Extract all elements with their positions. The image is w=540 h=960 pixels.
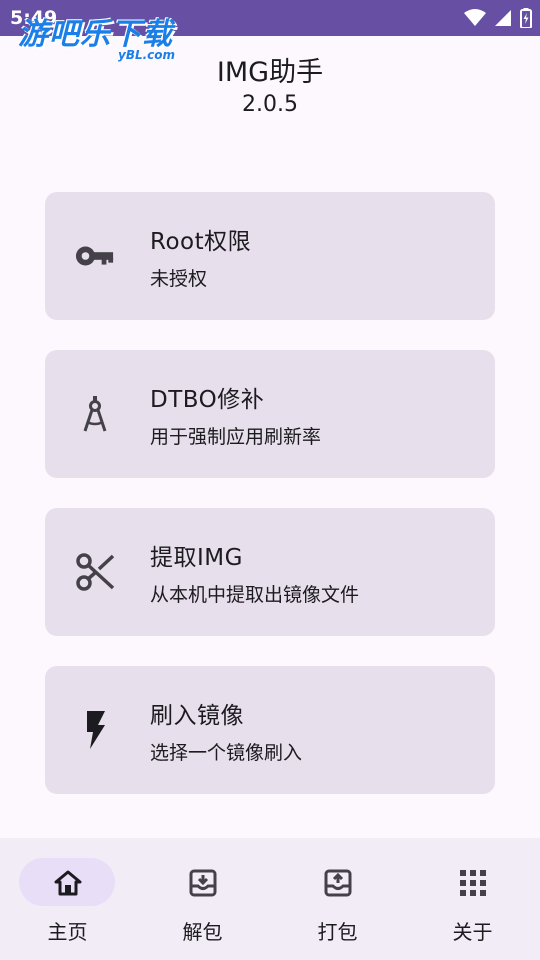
apps-grid-icon <box>458 868 488 898</box>
flash-image-card[interactable]: 刷入镜像 选择一个镜像刷入 <box>45 666 495 794</box>
card-subtitle: 选择一个镜像刷入 <box>150 742 303 764</box>
card-title: DTBO修补 <box>150 387 265 413</box>
wifi-icon <box>464 9 486 27</box>
nav-item-home[interactable]: 主页 <box>0 838 135 960</box>
card-subtitle: 用于强制应用刷新率 <box>150 426 322 448</box>
key-icon <box>75 236 115 276</box>
scissors-icon <box>75 552 115 592</box>
battery-icon <box>520 8 532 28</box>
unpack-icon <box>188 868 218 898</box>
nav-item-about[interactable]: 关于 <box>405 838 540 960</box>
signal-icon <box>494 9 512 27</box>
card-title: Root权限 <box>150 229 252 255</box>
nav-item-unpack[interactable]: 解包 <box>135 838 270 960</box>
pack-icon <box>323 868 353 898</box>
nav-item-pack[interactable]: 打包 <box>270 838 405 960</box>
bottom-navigation: 主页 解包 打包 关于 <box>0 838 540 960</box>
nav-label: 打包 <box>317 920 358 944</box>
nav-label: 关于 <box>452 920 493 944</box>
watermark-logo: 游吧乐下载 yBL.com <box>18 17 175 63</box>
card-subtitle: 从本机中提取出镜像文件 <box>150 584 360 606</box>
home-icon <box>53 868 83 898</box>
card-title: 提取IMG <box>150 545 243 571</box>
flash-icon <box>75 710 115 750</box>
extract-img-card[interactable]: 提取IMG 从本机中提取出镜像文件 <box>45 508 495 636</box>
watermark-text: 游吧乐下载 <box>18 17 173 52</box>
compass-icon <box>75 394 115 434</box>
root-permission-card[interactable]: Root权限 未授权 <box>45 192 495 320</box>
card-subtitle: 未授权 <box>150 268 208 290</box>
app-version: 2.0.5 <box>242 92 298 117</box>
nav-label: 解包 <box>182 920 223 944</box>
dtbo-patch-card[interactable]: DTBO修补 用于强制应用刷新率 <box>45 350 495 478</box>
card-title: 刷入镜像 <box>150 703 244 729</box>
nav-label: 主页 <box>47 920 88 944</box>
app-title: IMG助手 <box>216 57 324 88</box>
status-icons <box>464 8 532 28</box>
